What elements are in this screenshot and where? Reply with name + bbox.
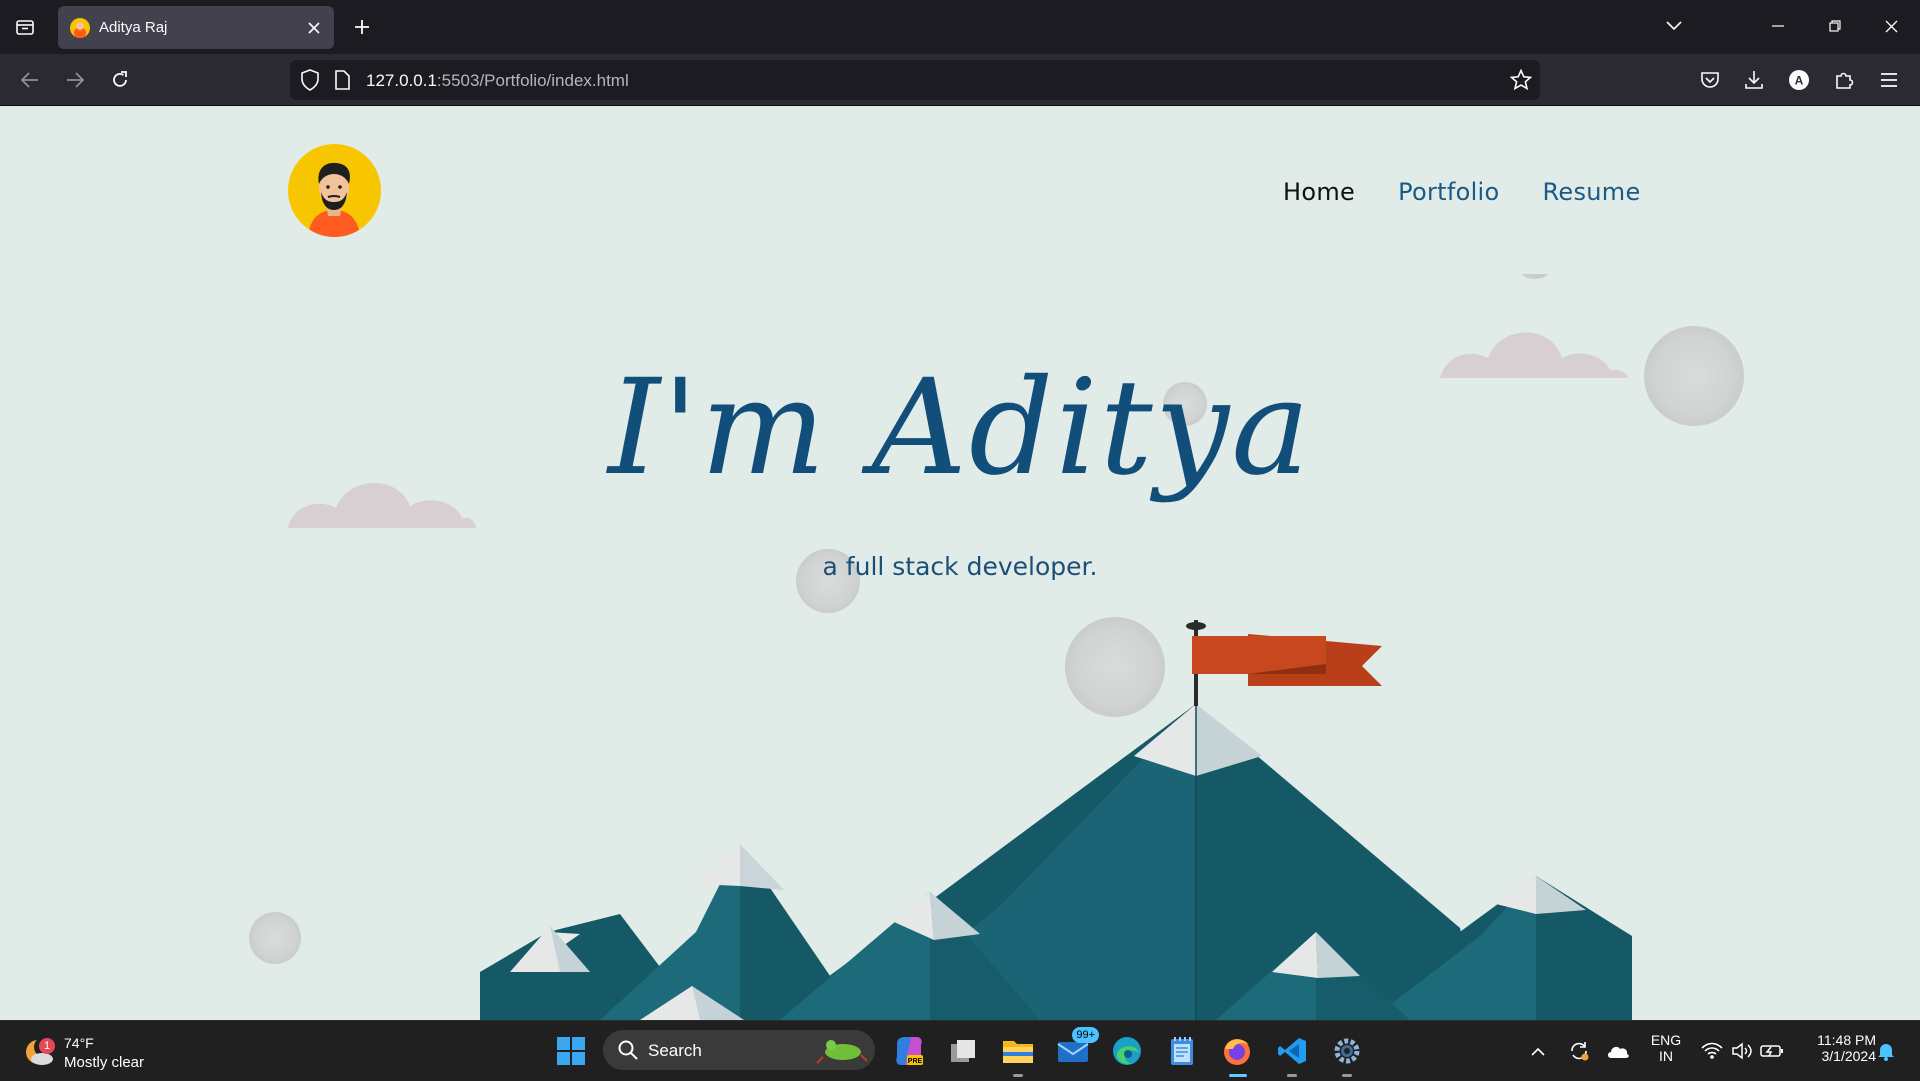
url-text: 127.0.0.1:5503/Portfolio/index.html [366,71,629,91]
shield-icon[interactable] [300,69,320,96]
copilot-pre-icon[interactable]: PRE [889,1031,929,1071]
url-path: :5503/Portfolio/index.html [436,71,629,90]
nav-portfolio-link[interactable]: Portfolio [1398,178,1499,206]
windows-taskbar: 1 74°F Mostly clear Search PRE 99+ ENG I… [0,1020,1920,1081]
notification-bell-icon[interactable] [1866,1031,1906,1071]
running-indicator [1013,1074,1023,1077]
search-icon [618,1040,638,1060]
language-code: ENG [1650,1032,1682,1048]
page-info-icon[interactable] [334,70,350,95]
windows-start-icon[interactable] [551,1031,591,1071]
hero-subtitle: a full stack developer. [822,552,1098,581]
decor-bubble [1065,617,1165,717]
language-region: IN [1659,1048,1673,1064]
tab-title: Aditya Raj [99,19,168,36]
sync-status-icon[interactable] [1559,1031,1599,1071]
weather-temp: 74°F [64,1035,94,1051]
active-tab[interactable]: Aditya Raj [58,6,334,49]
weather-condition: Mostly clear [64,1054,145,1071]
restore-icon[interactable] [1815,8,1855,44]
flag-on-peak [1186,620,1382,706]
clock[interactable]: 11:48 PM 3/1/2024 [1794,1032,1876,1064]
taskbar-search[interactable]: Search [603,1030,875,1070]
back-arrow-icon[interactable] [14,64,46,96]
edge-browser-icon[interactable] [1107,1031,1147,1071]
clock-date: 3/1/2024 [1821,1048,1877,1064]
nav-resume-link[interactable]: Resume [1543,178,1641,206]
tab-list-icon[interactable] [8,12,42,42]
active-app-indicator [1229,1074,1247,1077]
weather-alert-badge: 1 [39,1038,55,1054]
frog-highlight-icon [816,1040,868,1064]
minimize-icon[interactable] [1758,8,1798,44]
mountain-left [480,844,860,1020]
clock-time: 11:48 PM [1817,1032,1876,1048]
language-indicator[interactable]: ENG IN [1646,1032,1686,1064]
running-indicator [1287,1074,1297,1077]
nav-home-link[interactable]: Home [1283,178,1355,206]
forward-arrow-icon[interactable] [59,64,91,96]
close-window-icon[interactable] [1871,8,1911,44]
list-all-tabs-chevron-icon[interactable] [1654,8,1694,44]
onedrive-cloud-icon[interactable] [1598,1031,1638,1071]
avatar-logo[interactable] [288,144,381,237]
decor-bubble [249,912,301,964]
weather-widget[interactable]: 1 74°F Mostly clear [22,1029,162,1073]
close-tab-icon[interactable] [302,16,326,40]
settings-gear-icon[interactable] [1327,1031,1367,1077]
file-explorer-icon[interactable] [998,1031,1038,1077]
search-label: Search [648,1041,702,1060]
download-icon[interactable] [1738,64,1770,96]
pocket-icon[interactable] [1694,64,1726,96]
puzzle-icon[interactable] [1828,64,1860,96]
notepad-icon[interactable] [1162,1031,1202,1071]
reload-icon[interactable] [104,64,136,96]
star-icon[interactable] [1509,68,1533,96]
mail-unread-badge: 99+ [1072,1027,1099,1043]
running-indicator [1342,1074,1352,1077]
account-icon[interactable]: A [1783,64,1815,96]
mail-icon[interactable]: 99+ [1053,1027,1099,1071]
portfolio-page: Home Portfolio Resume I'm Aditya a full … [0,106,1920,1020]
new-tab-button[interactable] [346,11,378,43]
svg-text:PRE: PRE [908,1058,923,1065]
firefox-icon[interactable] [1217,1031,1257,1077]
site-nav: Home Portfolio Resume [1283,178,1641,206]
favicon-avatar-icon [70,17,90,38]
url-host: 127.0.0.1 [366,71,437,90]
hamburger-menu-icon[interactable] [1873,64,1905,96]
svg-text:A: A [1795,74,1804,88]
browser-tab-bar: Aditya Raj [0,0,1920,54]
battery-icon[interactable] [1752,1031,1792,1071]
hero-title: I'm Aditya [608,351,1312,505]
vscode-icon[interactable] [1272,1031,1312,1077]
url-bar[interactable]: 127.0.0.1:5503/Portfolio/index.html [290,60,1540,100]
task-view-icon[interactable] [943,1031,983,1071]
avatar-face-icon [308,162,360,237]
show-hidden-icons-chevron-icon[interactable] [1518,1031,1558,1071]
browser-toolbar: 127.0.0.1:5503/Portfolio/index.html A [0,54,1920,106]
